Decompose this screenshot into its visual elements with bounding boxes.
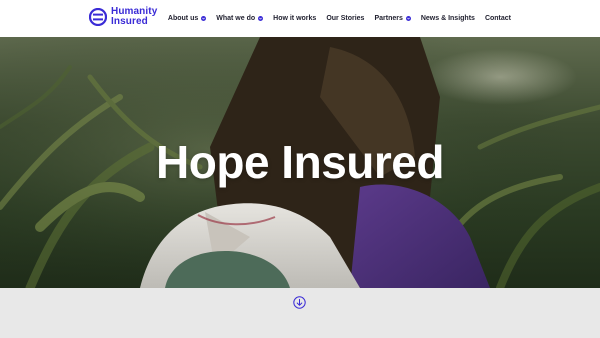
arrow-down-circle-icon[interactable] (293, 296, 306, 309)
nav-item-label: Our Stories (326, 15, 365, 22)
nav-item-contact[interactable]: Contact (485, 15, 511, 22)
nav-item-label: Contact (484, 15, 511, 22)
humanity-insured-logo-icon (89, 8, 107, 26)
nav-item-news-insights[interactable]: News & Insights (421, 15, 475, 22)
hero-banner: Hope Insured (0, 37, 600, 288)
site-header: Humanity Insured About us What we do How… (0, 0, 600, 37)
nav-item-what-we-do[interactable]: What we do (216, 15, 264, 22)
main-nav: About us What we do How it works Our Sto… (168, 0, 511, 37)
nav-item-label: About us (167, 15, 199, 22)
logo-text-line2: Insured (111, 16, 148, 27)
hero-title: Hope Insured (156, 136, 444, 188)
nav-item-label: News & Insights (420, 15, 475, 22)
nav-item-our-stories[interactable]: Our Stories (326, 15, 364, 22)
chevron-down-icon (201, 16, 207, 21)
nav-item-label: What we do (216, 15, 256, 22)
logo-text: Humanity Insured (111, 7, 157, 27)
nav-item-label: How it works (273, 15, 317, 22)
nav-item-label: Partners (374, 15, 403, 22)
nav-item-partners[interactable]: Partners (374, 15, 411, 22)
chevron-down-icon (258, 16, 264, 21)
nav-item-how-it-works[interactable]: How it works (273, 15, 316, 22)
nav-item-about-us[interactable]: About us (167, 15, 207, 22)
chevron-down-icon (405, 16, 411, 21)
logo[interactable]: Humanity Insured (89, 7, 157, 27)
